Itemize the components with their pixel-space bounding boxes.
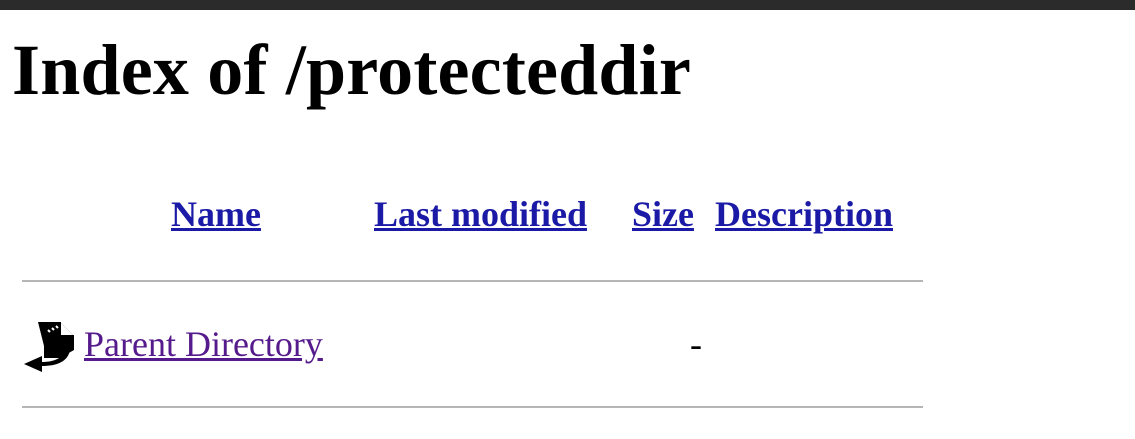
back-arrow-icon [24, 322, 74, 372]
page-title: Index of /protecteddir [12, 30, 692, 110]
header-divider [22, 280, 923, 282]
sort-by-description-link[interactable]: Description [715, 196, 893, 232]
sort-by-size-link[interactable]: Size [632, 196, 694, 232]
footer-divider [22, 406, 923, 408]
parent-directory-size: - [690, 324, 702, 364]
sort-by-name-link[interactable]: Name [171, 196, 261, 232]
window-top-bar [0, 0, 1135, 10]
sort-by-last-modified-link[interactable]: Last modified [374, 196, 587, 232]
parent-directory-link[interactable]: Parent Directory [84, 326, 323, 362]
